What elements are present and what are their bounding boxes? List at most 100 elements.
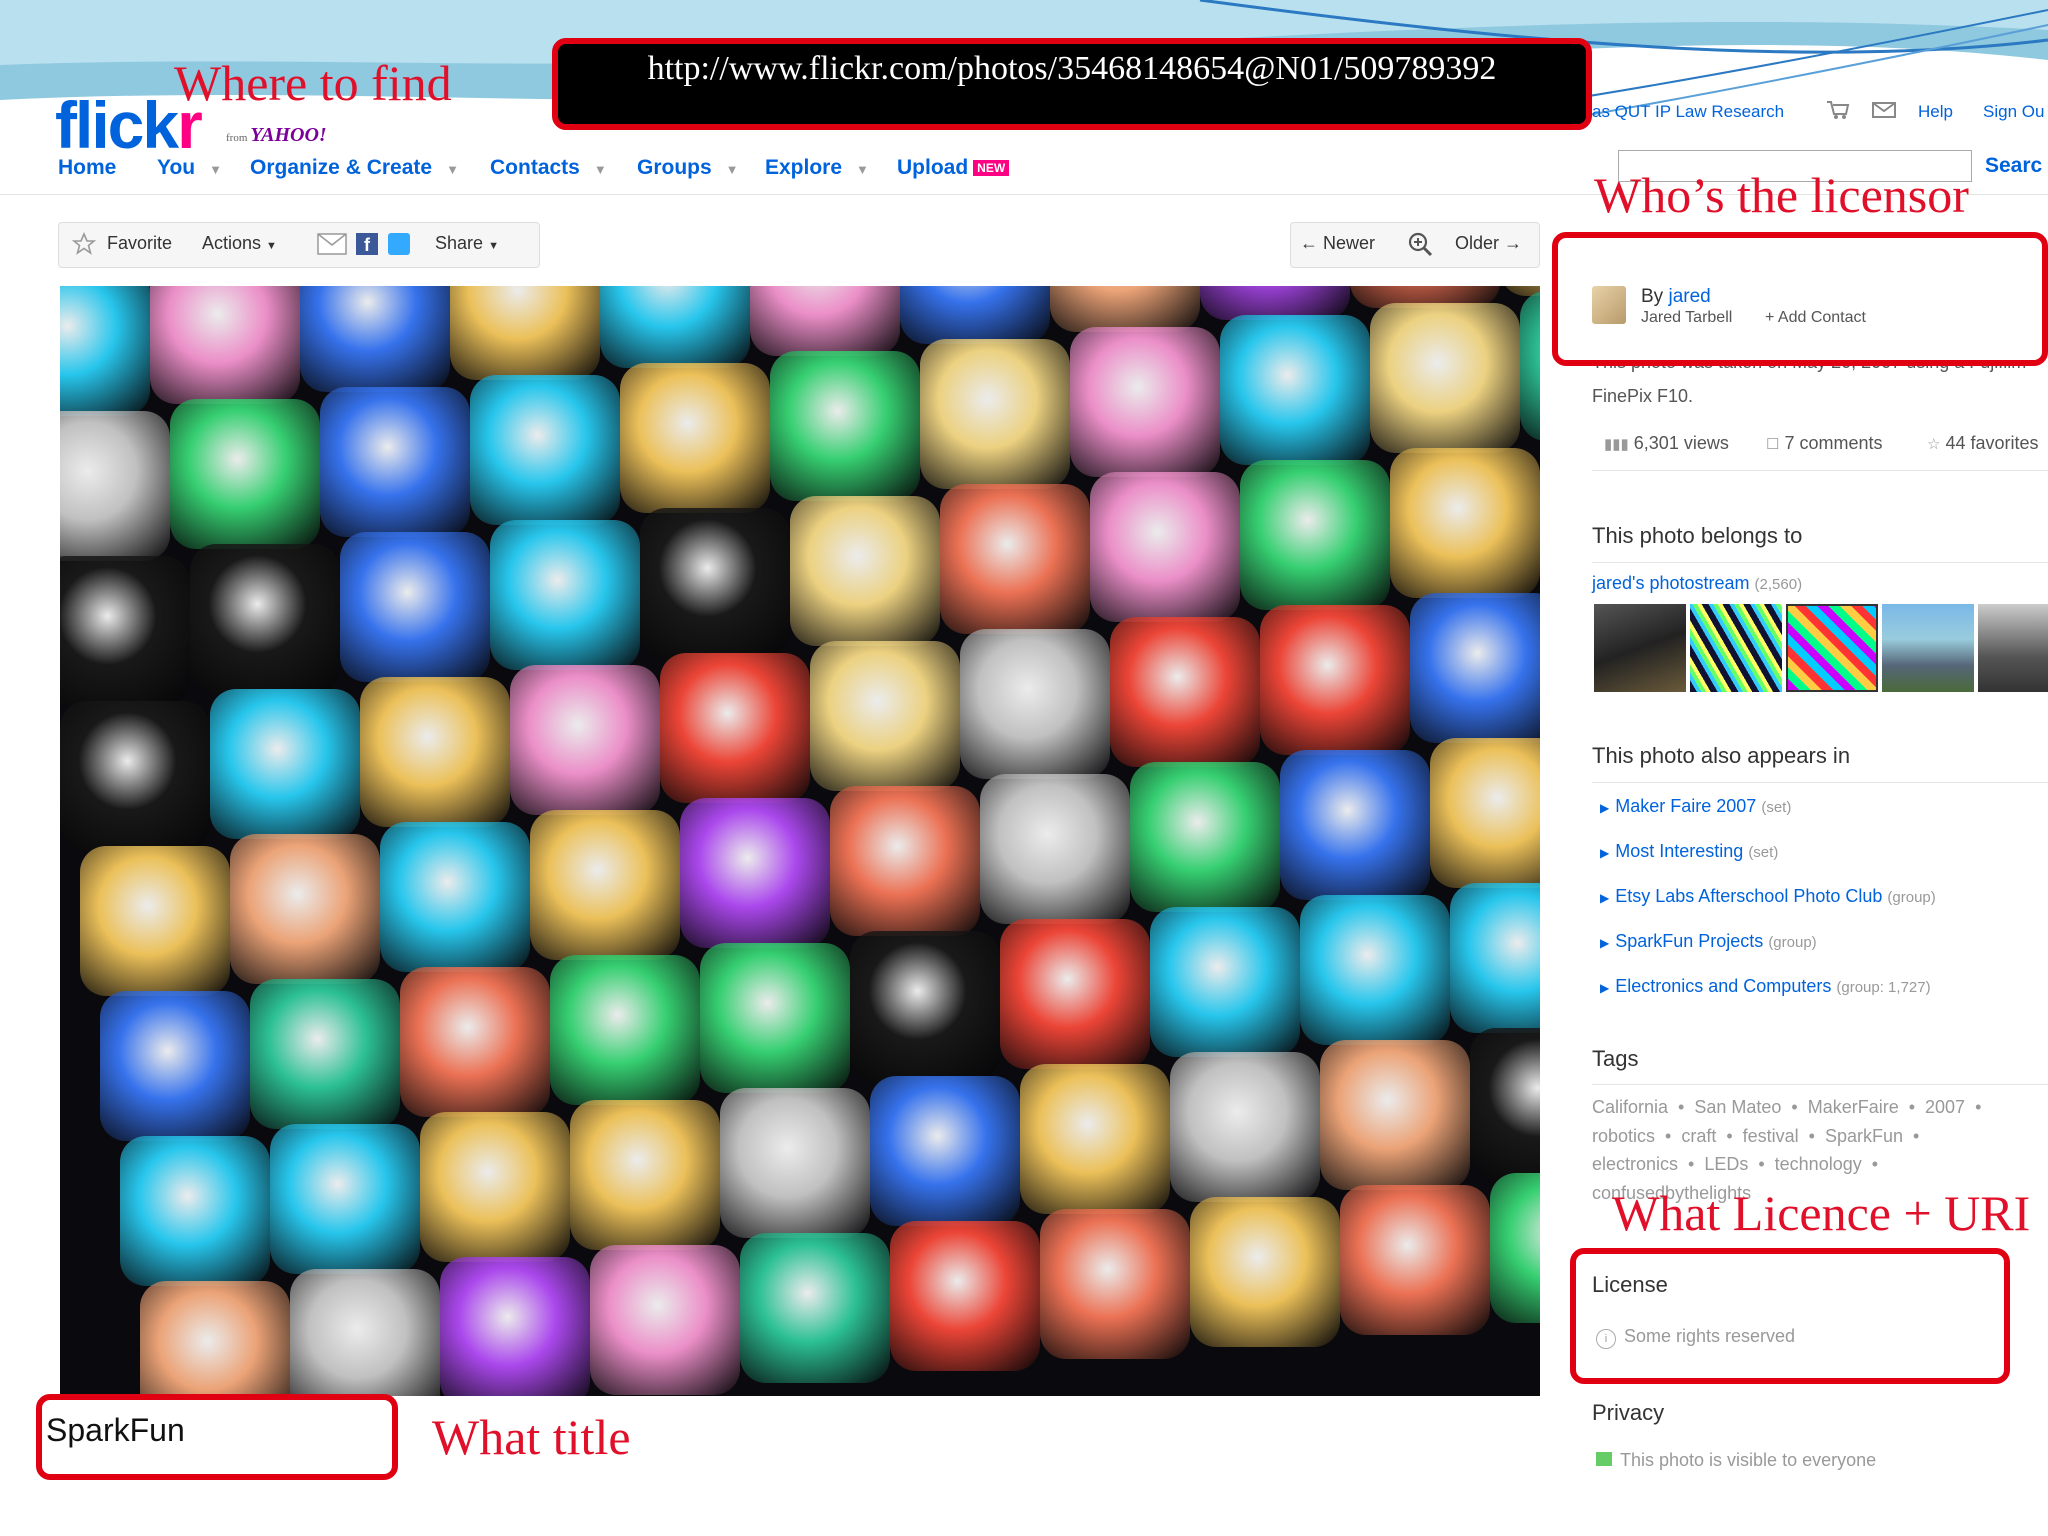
photo-led-cube (590, 1245, 740, 1395)
photostream-label: jared's photostream (1592, 573, 1750, 593)
photo-led-cube (620, 363, 770, 513)
photo-led-cube (440, 1257, 590, 1396)
nav-contacts-label: Contacts (490, 156, 580, 179)
photo-led-cube (640, 508, 790, 658)
photo-led-cube (60, 286, 150, 416)
photo-led-cube (830, 786, 980, 936)
list-item-kind: (set) (1748, 844, 1779, 861)
nav-upload-label: Upload (897, 156, 969, 179)
twitter-icon[interactable] (388, 233, 410, 255)
photo-led-cube (920, 339, 1070, 489)
photostream-link[interactable]: jared's photostream (2,560) (1592, 573, 1802, 594)
actions-menu[interactable]: Actions ▼ (202, 233, 277, 254)
photo-led-cube (680, 798, 830, 948)
list-item[interactable]: ▶ Most Interesting (set) (1600, 841, 1778, 862)
facebook-icon[interactable]: f (356, 233, 378, 255)
nav-contacts[interactable]: Contacts ▼ (490, 156, 607, 180)
photo-led-cube (1220, 315, 1370, 465)
photo-led-cube (1430, 738, 1540, 888)
photo-led-cube (300, 286, 450, 392)
photostream-thumbnail[interactable] (1882, 604, 1974, 692)
photo-led-cube (740, 1233, 890, 1383)
photo-led-cube (1340, 1185, 1490, 1335)
nav-upload[interactable]: Upload NEW (897, 156, 1010, 180)
photo-led-cube (1190, 1197, 1340, 1347)
favorite-button[interactable]: Favorite (107, 233, 172, 254)
annotation-what-title: What title (432, 1409, 631, 1465)
comments-label: 7 comments (1784, 433, 1883, 453)
help-link[interactable]: Help (1918, 102, 1953, 122)
tags-line[interactable]: electronics • LEDs • technology • (1592, 1154, 1878, 1175)
photo-led-cube (550, 955, 700, 1105)
nav-home[interactable]: Home (58, 156, 116, 180)
list-item[interactable]: ▶ SparkFun Projects (group) (1600, 931, 1817, 952)
license-highlight-box (1570, 1248, 2010, 1384)
photo-led-cube (790, 496, 940, 646)
list-item[interactable]: ▶ Etsy Labs Afterschool Photo Club (group… (1600, 886, 1936, 907)
photo-led-cube (400, 967, 550, 1117)
photo-led-cube (1090, 472, 1240, 622)
share-label: Share (435, 233, 484, 253)
tags-heading: Tags (1592, 1046, 1639, 1071)
star-icon: ☆ (1927, 436, 1941, 453)
photostream-thumbnail[interactable] (1594, 604, 1686, 692)
slide-bottom-band (0, 1478, 2048, 1536)
photostream-thumbnail[interactable] (1690, 604, 1782, 692)
nav-home-label: Home (58, 156, 117, 179)
photo-led-cube (1170, 1052, 1320, 1202)
chevron-down-icon[interactable]: ▼ (446, 162, 459, 177)
older-button[interactable]: Older → (1455, 233, 1522, 254)
sign-out-link[interactable]: Sign Ou (1983, 102, 2044, 122)
logo-from: from (226, 132, 248, 144)
nav-groups[interactable]: Groups ▼ (637, 156, 739, 180)
photo-led-cube (1410, 593, 1540, 743)
photo-led-cube (420, 1112, 570, 1262)
photo-led-cube (60, 411, 170, 561)
mail-icon[interactable] (1872, 102, 1896, 118)
photo-led-cube (490, 520, 640, 670)
cart-icon[interactable] (1826, 100, 1850, 120)
comments-count: ☐ 7 comments (1766, 433, 1883, 454)
chevron-down-icon: ▼ (488, 240, 499, 252)
tags-line[interactable]: robotics • craft • festival • SparkFun • (1592, 1126, 1919, 1147)
photo-led-cube (380, 822, 530, 972)
tags-line[interactable]: California • San Mateo • MakerFaire • 20… (1592, 1097, 1981, 1118)
appears-heading: This photo also appears in (1592, 743, 1851, 768)
photo-led-cube (530, 810, 680, 960)
photo-led-cube (510, 665, 660, 815)
photo-led-cube (1050, 286, 1200, 332)
photostream-thumbnail[interactable] (1978, 604, 2048, 692)
share-menu[interactable]: Share ▼ (435, 233, 499, 254)
search-button[interactable]: Searc (1985, 154, 2042, 178)
list-item[interactable]: ▶ Maker Faire 2007 (set) (1600, 796, 1791, 817)
divider (1592, 470, 2048, 471)
triangle-right-icon: ▶ (1600, 936, 1610, 950)
photo-led-cube (1260, 605, 1410, 755)
privacy-text: This photo is visible to everyone (1620, 1450, 1877, 1470)
list-item[interactable]: ▶ Electronics and Computers (group: 1,727… (1600, 976, 1931, 997)
logo-yahoo-text: YAHOO! (250, 124, 327, 146)
photostream-thumbnail-current[interactable] (1786, 604, 1878, 692)
annotation-who: Who’s the licensor (1594, 167, 1969, 223)
photo-led-cube (210, 689, 360, 839)
nav-organize[interactable]: Organize & Create ▼ (250, 156, 459, 180)
star-icon[interactable] (71, 231, 97, 261)
newer-button[interactable]: ← Newer (1300, 233, 1375, 254)
divider (1592, 782, 2048, 783)
nav-you[interactable]: You ▼ (157, 156, 222, 180)
zoom-icon[interactable] (1407, 231, 1433, 262)
divider (1592, 562, 2048, 563)
chevron-down-icon[interactable]: ▼ (856, 162, 869, 177)
nav-explore[interactable]: Explore ▼ (765, 156, 869, 180)
email-share-icon[interactable] (317, 233, 347, 260)
belongs-heading: This photo belongs to (1592, 523, 1803, 548)
main-photo[interactable] (60, 286, 1540, 1396)
photo-led-cube (1300, 895, 1450, 1045)
chevron-down-icon[interactable]: ▼ (209, 162, 222, 177)
list-item-kind: (set) (1761, 799, 1792, 816)
chevron-down-icon[interactable]: ▼ (726, 162, 739, 177)
photo-led-cube (1390, 448, 1540, 598)
chevron-down-icon[interactable]: ▼ (594, 162, 607, 177)
photo-led-cube (700, 943, 850, 1093)
photo-url: http://www.flickr.com/photos/35468148654… (647, 50, 1497, 87)
